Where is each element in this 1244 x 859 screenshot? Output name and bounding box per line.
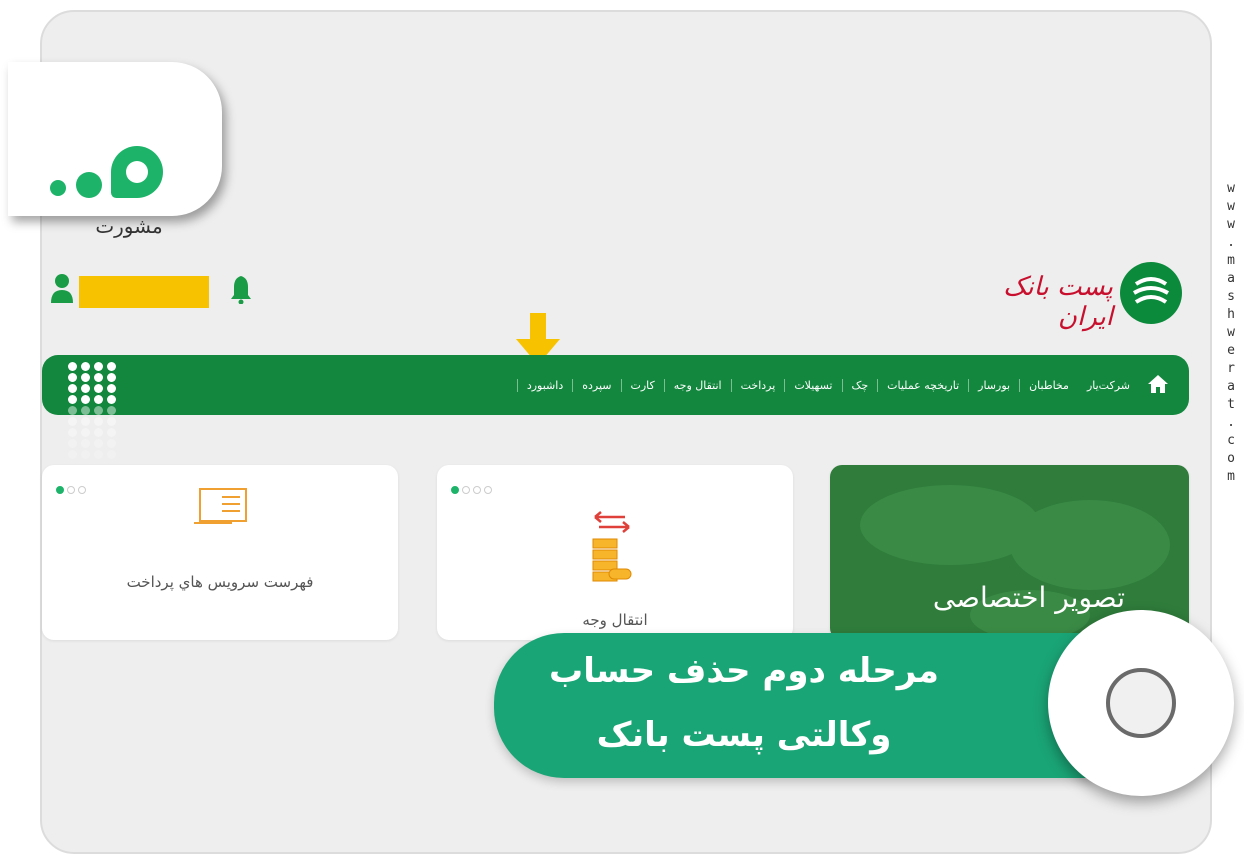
watermark-char: w [1227,199,1235,214]
decor-dot [94,373,103,382]
site-logo: مشورت [8,62,222,238]
caption-banner: مرحله دوم حذف حساب وکالتی پست بانک [494,633,1094,778]
watermark-char: a [1227,379,1235,394]
brand-name: پست بانک ایران [1003,272,1113,332]
username-highlight [79,276,209,308]
decor-dot [81,395,90,404]
logo-dot-medium [76,172,102,198]
decor-dot [68,450,77,459]
card-payment-services[interactable]: فهرست سرويس هاي پرداخت [42,465,398,640]
decor-dot [68,395,77,404]
watermark-char: w [1227,217,1235,232]
decor-dot [68,406,77,415]
watermark-char: e [1227,343,1235,358]
decor-dot [94,362,103,371]
watermark-char: a [1227,271,1235,286]
card-title: فهرست سرويس هاي پرداخت [126,573,314,591]
nav-items: داشبورد سپرده کارت انتقال وجه پرداخت تسهیلات چ… [516,355,1139,415]
decor-dot [68,384,77,393]
decor-dot [81,450,90,459]
watermark-char: . [1227,415,1235,430]
home-icon[interactable] [1147,373,1169,395]
decor-dot [107,362,116,371]
decor-dot [94,417,103,426]
document-list-icon [194,488,247,524]
card-pager[interactable] [451,479,495,498]
decor-dot [81,384,90,393]
decor-dot [68,428,77,437]
decor-dot [81,373,90,382]
nav-item[interactable]: چک [841,378,878,392]
logo-dot-small [50,180,66,196]
brand-header: پست بانک ایران [985,262,1185,332]
watermark-char: m [1227,469,1235,484]
nav-item[interactable]: انتقال وجه [663,378,731,392]
decor-dot [107,395,116,404]
decor-dot [107,428,116,437]
watermark-char: h [1227,307,1235,322]
nav-item[interactable]: بورسار [968,378,1019,392]
watermark-char: w [1227,181,1235,196]
card-money-transfer[interactable]: انتقال وجه [437,465,793,640]
banner-line-2: وکالتی پست بانک [596,715,892,755]
card-title: انتقال وجه [582,611,648,629]
decor-dot [107,406,116,415]
decor-dot [81,428,90,437]
decor-dot [94,450,103,459]
decor-dot [81,406,90,415]
nav-item[interactable]: پرداخت [730,378,785,392]
watermark-char: t [1227,397,1235,412]
decorative-dots [68,362,122,466]
decor-dot [94,384,103,393]
decor-dot [68,362,77,371]
decor-dot [81,362,90,371]
card-title: تصویر اختصاصی [932,581,1125,614]
brand-logo-icon [1120,262,1182,324]
decor-dot [81,417,90,426]
watermark-char: . [1227,235,1235,250]
nav-item[interactable]: تسهیلات [784,378,841,392]
watermark-char: m [1227,253,1235,268]
decor-dot [94,439,103,448]
nav-item[interactable]: سپرده [572,378,620,392]
decor-dot [107,373,116,382]
watermark-char: r [1227,361,1235,376]
decor-dot [94,395,103,404]
logo-dot-hole [126,161,148,183]
decor-dot [107,439,116,448]
nav-item[interactable]: داشبورد [516,378,572,392]
banner-line-1: مرحله دوم حذف حساب [549,651,939,691]
decor-dot [107,450,116,459]
user-icon[interactable] [50,272,74,304]
decor-dot [94,406,103,415]
nav-item[interactable]: مخاطبان [1019,378,1078,392]
watermark-char: w [1227,325,1235,340]
watermark-char: s [1227,289,1235,304]
decor-dot [68,373,77,382]
card-pager[interactable] [56,479,89,498]
decor-dot [68,439,77,448]
decor-dot [68,417,77,426]
coin-transfer-icon [592,511,632,582]
nav-item[interactable]: کارت [620,378,664,392]
badge-ring-icon [1106,668,1176,738]
decor-dot [107,384,116,393]
logo-text: مشورت [95,214,163,238]
nav-item[interactable]: تاریخچه عملیات [877,378,968,392]
decor-dot [81,439,90,448]
bell-icon[interactable] [230,274,252,304]
watermark-char: c [1227,433,1235,448]
decor-dot [107,417,116,426]
nav-item[interactable]: شرکت‌یار [1078,379,1139,392]
decor-dot [94,428,103,437]
watermark-char: o [1227,451,1235,466]
main-nav: داشبورد سپرده کارت انتقال وجه پرداخت تسهیلات چ… [42,355,1189,415]
watermark: www.mashwerat.com [1222,180,1240,486]
logo-badge [1048,610,1234,796]
